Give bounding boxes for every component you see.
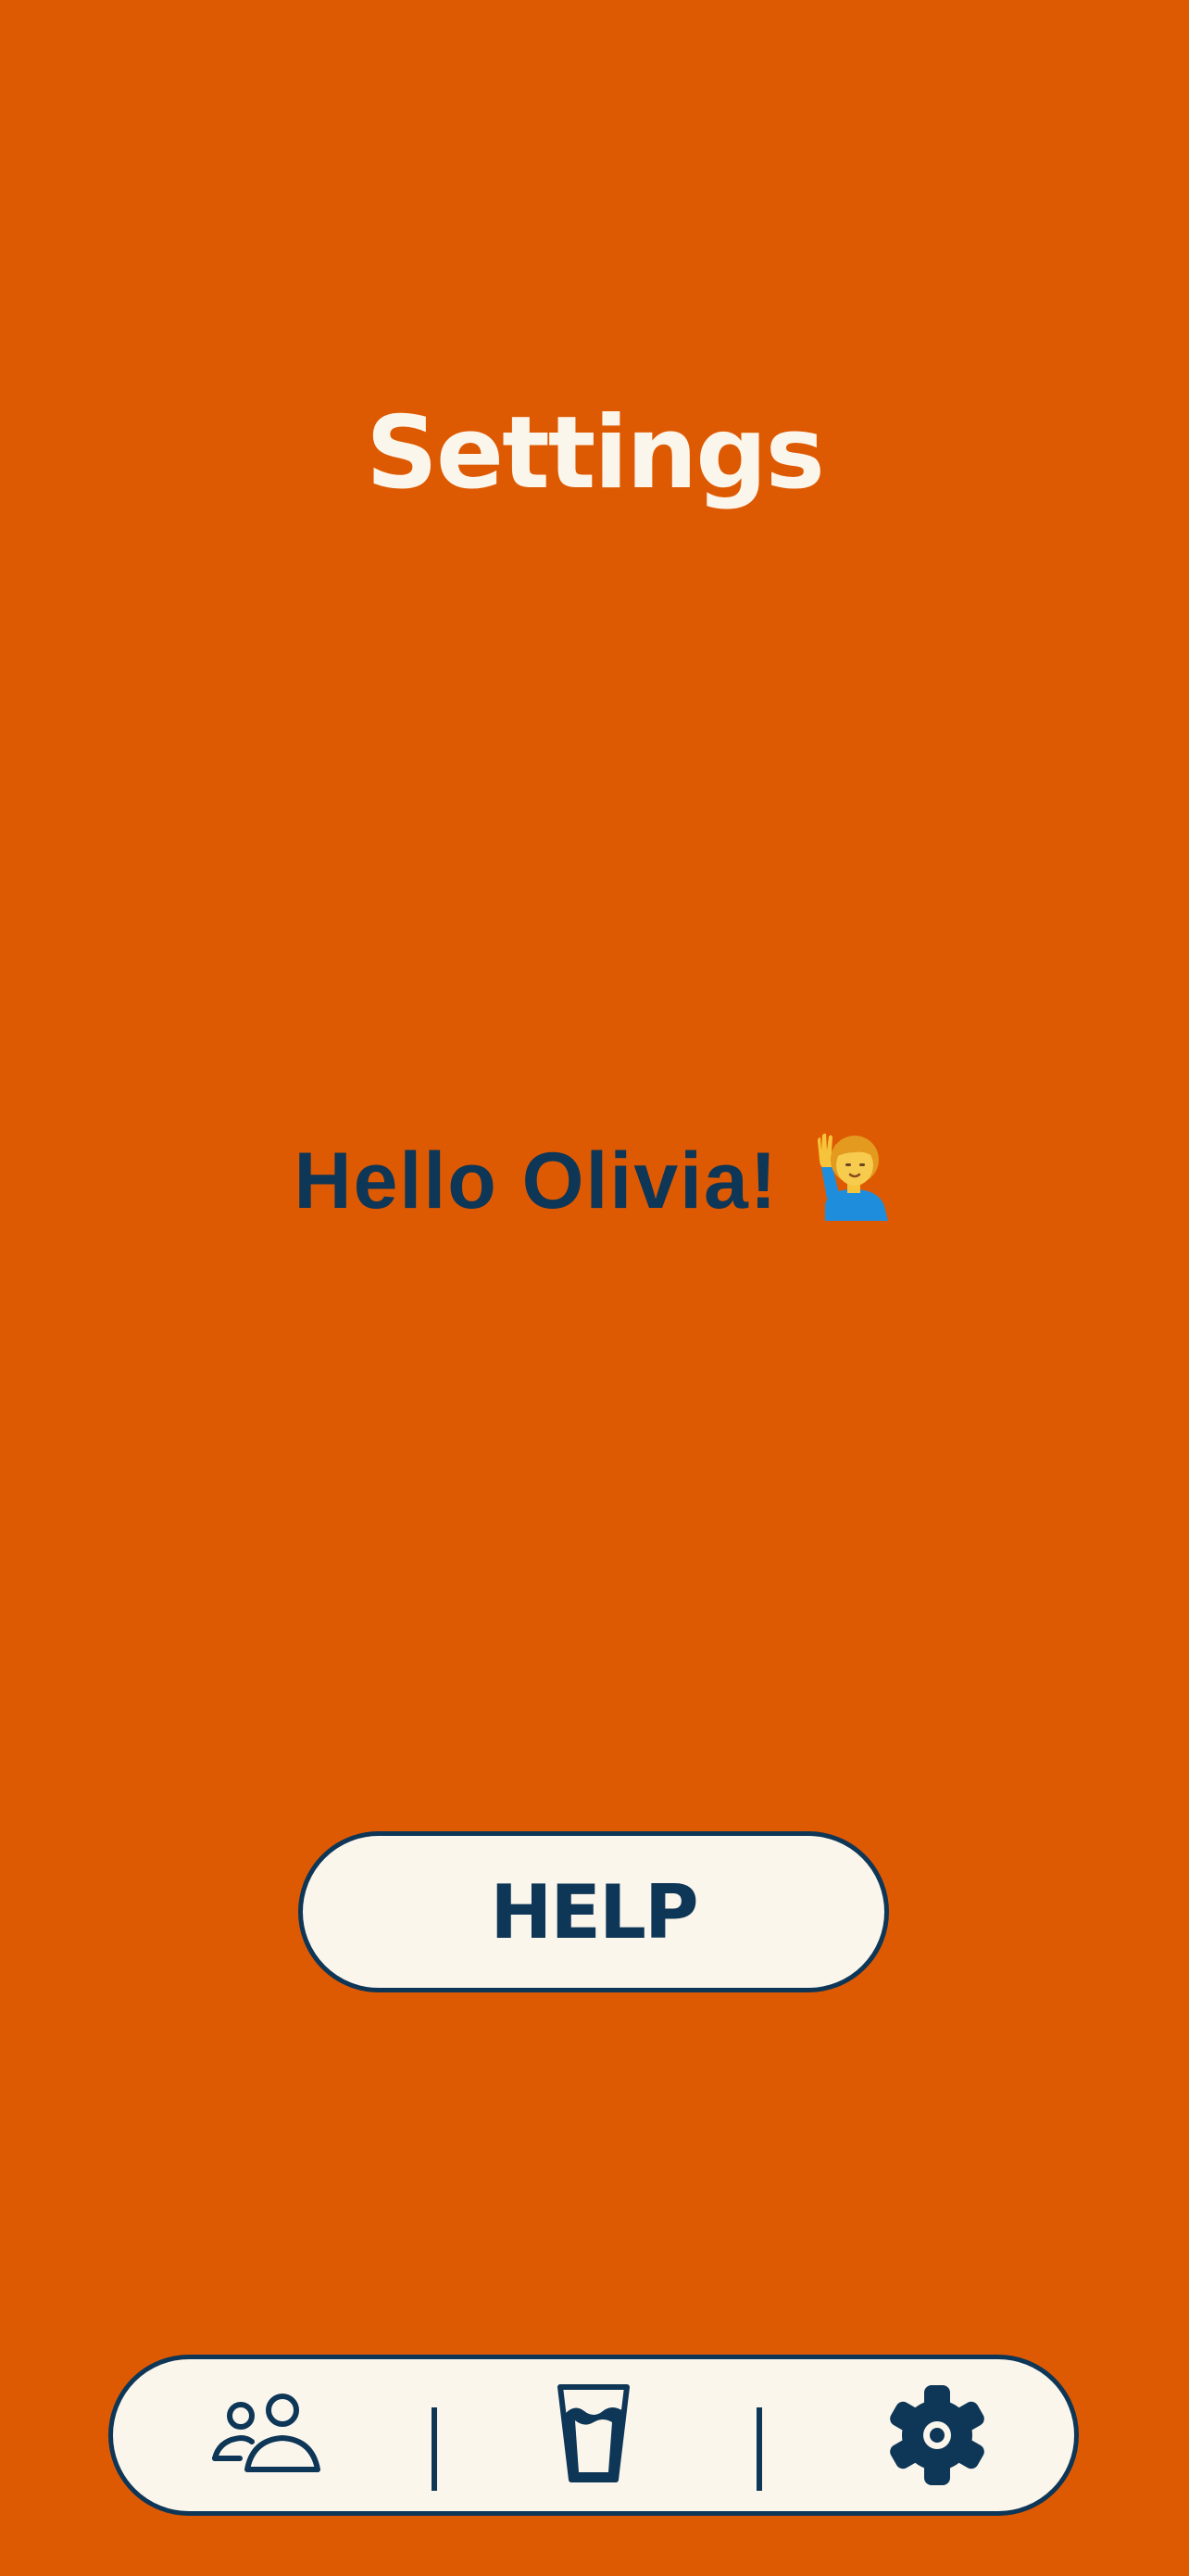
nav-divider bbox=[757, 2407, 762, 2491]
glass-icon bbox=[557, 2384, 630, 2482]
nav-item-settings[interactable] bbox=[863, 2359, 1011, 2511]
nav-item-drinks[interactable] bbox=[520, 2359, 667, 2511]
help-button-label: HELP bbox=[490, 1868, 698, 1955]
bottom-nav-bar bbox=[108, 2355, 1079, 2516]
nav-item-friends[interactable] bbox=[196, 2359, 335, 2511]
people-icon bbox=[212, 2394, 320, 2472]
greeting: Hello Olivia! bbox=[0, 1125, 1189, 1237]
person-raising-hand-emoji bbox=[812, 1132, 895, 1221]
greeting-text: Hello Olivia! bbox=[294, 1137, 779, 1225]
gear-icon bbox=[890, 2385, 984, 2485]
help-button[interactable]: HELP bbox=[298, 1831, 889, 1992]
page-title: Settings bbox=[366, 396, 825, 511]
nav-divider bbox=[432, 2407, 437, 2491]
